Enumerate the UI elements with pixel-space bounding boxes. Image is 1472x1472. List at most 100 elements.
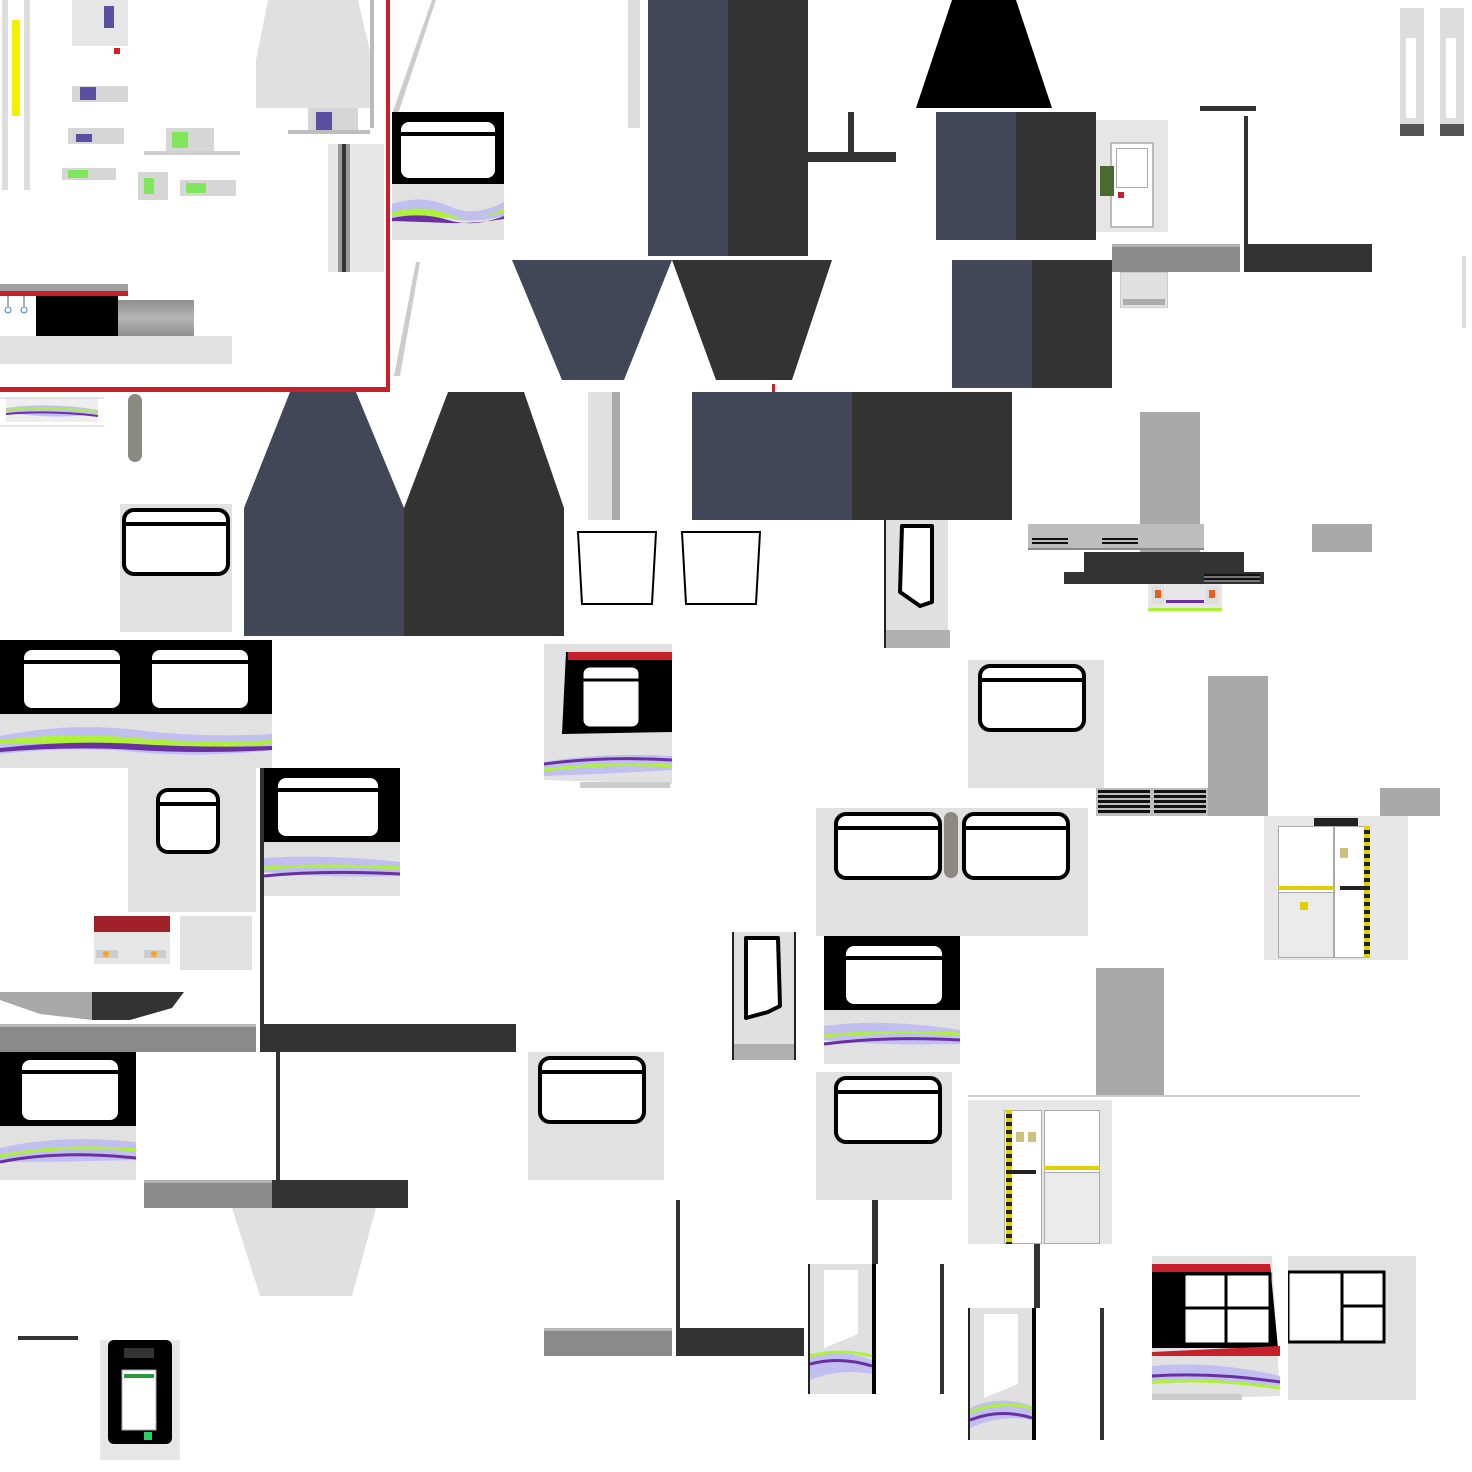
vent-ledge-1	[1028, 524, 1204, 550]
window-panel-grey-2	[968, 660, 1104, 788]
floor-rail-dark-4	[676, 1328, 804, 1356]
cab-green-button-4	[180, 180, 236, 196]
cab-switch-panel	[72, 0, 128, 46]
cab-purple-button-1	[72, 86, 128, 102]
cab-purple-button-2	[68, 128, 124, 144]
bumper-shape	[0, 992, 184, 1020]
mini-livery-strip	[0, 397, 104, 427]
vertical-pole-lower	[276, 1052, 280, 1180]
front-cab-panel-1	[543, 644, 673, 788]
front-cab-windscreen	[1151, 1256, 1281, 1400]
cab-green-button-3	[138, 172, 168, 200]
vertical-pole-low-mid	[676, 1200, 680, 1330]
cab-side-window	[1286, 1256, 1416, 1400]
window-panel-grey-5	[816, 1072, 952, 1200]
cab-green-button-1	[166, 128, 214, 152]
floor-rail-grey-4	[544, 1328, 672, 1356]
side-door-strips	[1400, 8, 1472, 136]
vertical-pole-door-d	[1100, 1308, 1104, 1440]
door-livery-1	[808, 1264, 876, 1394]
cab-side-panel	[328, 144, 384, 272]
cab-console-line	[144, 151, 240, 155]
blank-panel-1	[180, 916, 252, 970]
lamp-shade-lower	[232, 1208, 376, 1296]
mini-step	[1120, 272, 1168, 308]
cab-ledge	[288, 130, 370, 134]
cab-green-button-2	[62, 168, 116, 180]
body-trapezoid-dark	[672, 260, 832, 380]
body-panel-dark-2	[1016, 112, 1096, 240]
small-bar-lower-left	[18, 1336, 78, 1340]
diagonal-strip-2	[394, 262, 420, 376]
body-pentagon-navy	[244, 392, 404, 636]
vertical-pole-mid	[260, 768, 264, 1024]
window-panel-grey-4	[528, 1052, 664, 1180]
strap-handle-icon	[944, 812, 958, 878]
front-lights-panel	[94, 916, 170, 964]
floor-rail-dark-1	[1244, 244, 1372, 272]
vertical-pole-door-b	[940, 1264, 944, 1394]
window-panel-small-1	[392, 112, 504, 240]
floor-rail-dark-3	[272, 1180, 408, 1208]
cab-pillar-strip	[0, 0, 38, 190]
vent-grille-1	[1096, 788, 1208, 816]
bracket-arm	[808, 152, 896, 162]
red-marker-mid	[772, 384, 775, 392]
concrete-block-1	[1312, 524, 1372, 552]
floor-rail-grey-3	[144, 1180, 272, 1208]
double-window-grey	[816, 808, 1088, 936]
electrical-cabinet-2	[968, 1100, 1112, 1244]
window-panel-livery-3	[824, 936, 960, 1064]
strap-handle-icon	[128, 394, 142, 462]
top-right-bar	[1200, 106, 1256, 111]
grab-pole-mid	[588, 392, 620, 520]
body-panel-navy-3	[952, 260, 1032, 388]
vent-strip-1	[1064, 572, 1264, 584]
floor-rail-dark-2	[260, 1024, 516, 1052]
body-pentagon-dark	[404, 392, 564, 636]
vertical-pole-door-c	[1034, 1244, 1040, 1308]
cab-lamp-shade	[256, 0, 372, 108]
diagonal-strip-1	[392, 0, 436, 114]
door-panel-1	[884, 520, 950, 648]
body-panel-navy-4	[692, 392, 852, 520]
right-edge-strip	[1462, 256, 1466, 328]
window-frame-trapezoid-1	[576, 531, 658, 605]
concrete-block-2	[1380, 788, 1440, 816]
window-panel-livery-2	[264, 768, 400, 896]
body-trapezoid-navy	[512, 260, 672, 380]
window-frame-trapezoid-2	[680, 531, 762, 605]
window-panel-livery-4	[0, 1052, 136, 1180]
cab-vertical-pole-a	[370, 0, 374, 128]
door-livery-2	[968, 1308, 1036, 1440]
warning-sign-icon	[1300, 902, 1308, 910]
cab-floor-panel	[0, 336, 232, 364]
vertical-pole-door-a	[872, 1200, 878, 1264]
cab-roof-band	[0, 284, 128, 296]
body-panel-dark-4	[852, 392, 1012, 520]
black-trapezoid	[916, 0, 1052, 108]
thin-ledge-line	[968, 1095, 1360, 1097]
double-window-livery-1	[0, 640, 272, 768]
bracket-stem	[848, 112, 854, 156]
concrete-pillar-2	[1208, 676, 1268, 816]
door-panel-2	[732, 932, 796, 1060]
window-panel-grey-3	[128, 768, 256, 912]
dark-ledge-1	[1084, 552, 1244, 572]
cab-hand-straps	[0, 296, 36, 320]
ticket-validator-icon	[100, 1340, 180, 1460]
body-panel-dark-1	[728, 0, 808, 256]
window-panel-grey-1	[120, 504, 232, 632]
body-panel-navy-2	[936, 112, 1016, 240]
front-lights-mini	[1148, 584, 1222, 612]
floor-rail-grey-1	[1112, 244, 1240, 272]
body-panel-dark-3	[1032, 260, 1112, 388]
body-panel-navy-1	[648, 0, 728, 256]
cab-red-lamp	[114, 48, 120, 54]
ticket-machine-small	[1096, 120, 1168, 232]
floor-rail-grey-2	[0, 1024, 256, 1052]
grab-pole-top	[628, 0, 640, 128]
concrete-pillar-3	[1096, 968, 1164, 1096]
cab-metal-panel	[118, 300, 194, 336]
electrical-cabinet-1	[1264, 816, 1408, 960]
